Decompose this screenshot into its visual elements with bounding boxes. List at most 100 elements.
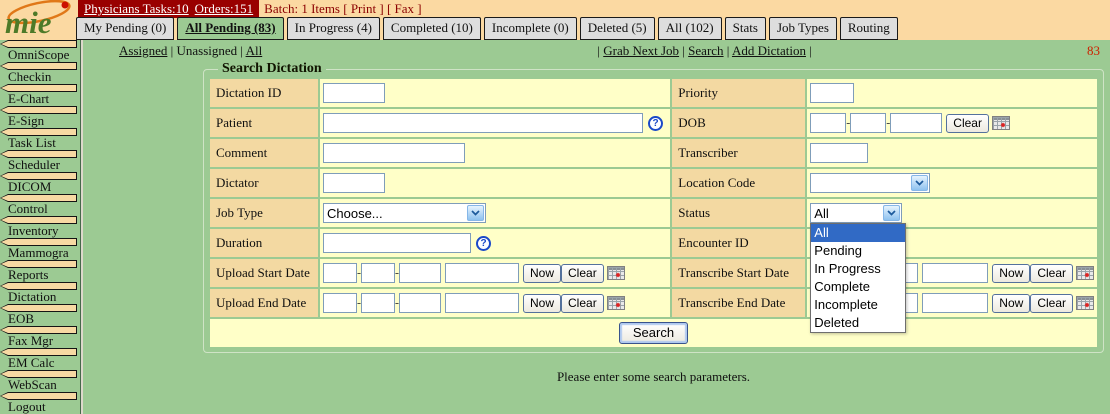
form-row-3: Comment Transcriber (210, 139, 1097, 167)
calendar-icon[interactable] (1076, 296, 1094, 310)
upload-start-now-button[interactable]: Now (523, 264, 561, 283)
grab-next-job-link[interactable]: Grab Next Job (603, 43, 679, 58)
tab-my-pending[interactable]: My Pending (0) (76, 17, 174, 40)
help-icon[interactable]: ? (476, 236, 491, 251)
duration-label: Duration (210, 229, 318, 257)
assigned-link[interactable]: Assigned (119, 43, 167, 58)
orders-link[interactable]: Orders:151 (195, 1, 254, 17)
form-row-5: Job Type Choose... Status (210, 199, 1097, 227)
status-option-pending[interactable]: Pending (811, 242, 905, 260)
dictator-input[interactable] (323, 173, 385, 193)
dob-month-input[interactable] (850, 113, 886, 133)
status-select[interactable]: All (810, 203, 902, 223)
dictation-id-label: Dictation ID (210, 79, 318, 107)
tab-in-progress[interactable]: In Progress (4) (287, 17, 380, 40)
transcribe-start-clear-button[interactable]: Clear (1030, 264, 1073, 283)
sidebar-item-dictation[interactable]: Dictation (0, 290, 80, 304)
status-option-incomplete[interactable]: Incomplete (811, 296, 905, 314)
search-form-table: Dictation ID Priority Patient ? DOB -- C… (208, 77, 1099, 349)
sidebar-item-logout[interactable]: Logout (0, 400, 80, 414)
tab-deleted[interactable]: Deleted (5) (580, 17, 655, 40)
location-code-label: Location Code (672, 169, 805, 197)
sidebar-item-reports[interactable]: Reports (0, 268, 80, 282)
sidebar-item-echart[interactable]: E-Chart (0, 92, 80, 106)
print-link[interactable]: [ Print ] (343, 1, 383, 16)
sidebar-menu: OmniScope Checkin E-Chart E-Sign Task Li… (0, 40, 81, 414)
dictation-id-input[interactable] (323, 83, 385, 103)
transcribe-end-time-input[interactable] (922, 293, 988, 313)
upload-start-year-input[interactable] (323, 263, 357, 283)
chevron-down-icon[interactable] (911, 175, 928, 191)
search-button[interactable]: Search (619, 322, 688, 344)
status-option-deleted[interactable]: Deleted (811, 314, 905, 332)
tab-routing[interactable]: Routing (840, 17, 898, 40)
calendar-icon[interactable] (607, 296, 625, 310)
tab-all-pending[interactable]: All Pending (83) (177, 17, 283, 40)
tab-completed[interactable]: Completed (10) (383, 17, 481, 40)
dob-clear-button[interactable]: Clear (946, 114, 989, 133)
sidebar-item-inventory[interactable]: Inventory (0, 224, 80, 238)
upload-start-time-input[interactable] (445, 263, 519, 283)
dob-day-input[interactable] (890, 113, 942, 133)
add-dictation-link[interactable]: Add Dictation (732, 43, 806, 58)
chevron-down-icon[interactable] (467, 205, 484, 221)
form-row-1: Dictation ID Priority (210, 79, 1097, 107)
sidebar-item-checkin[interactable]: Checkin (0, 70, 80, 84)
calendar-icon[interactable] (607, 266, 625, 280)
comment-input[interactable] (323, 143, 465, 163)
upload-end-day-input[interactable] (399, 293, 441, 313)
upload-end-year-input[interactable] (323, 293, 357, 313)
upload-end-time-input[interactable] (445, 293, 519, 313)
sidebar-item-scheduler[interactable]: Scheduler (0, 158, 80, 172)
sidebar-item-fax-mgr[interactable]: Fax Mgr (0, 334, 80, 348)
content-area: Assigned | Unassigned | All | Grab Next … (83, 40, 1110, 414)
sidebar-separator (0, 40, 77, 48)
transcribe-start-time-input[interactable] (922, 263, 988, 283)
sidebar-item-webscan[interactable]: WebScan (0, 378, 80, 392)
separator: | (171, 43, 174, 58)
dob-year-input[interactable] (810, 113, 846, 133)
calendar-icon[interactable] (1076, 266, 1094, 280)
fax-link[interactable]: [ Fax ] (387, 1, 422, 16)
upload-start-day-input[interactable] (399, 263, 441, 283)
all-link[interactable]: All (246, 43, 263, 58)
sidebar-item-esign[interactable]: E-Sign (0, 114, 80, 128)
sidebar-item-mammography[interactable]: Mammogra (0, 246, 80, 260)
status-option-in-progress[interactable]: In Progress (811, 260, 905, 278)
tab-job-types[interactable]: Job Types (769, 17, 837, 40)
tab-incomplete[interactable]: Incomplete (0) (484, 17, 577, 40)
sidebar-item-omniscope[interactable]: OmniScope (0, 48, 80, 62)
transcribe-start-now-button[interactable]: Now (992, 264, 1030, 283)
status-option-all[interactable]: All (811, 224, 905, 242)
tab-all[interactable]: All (102) (658, 17, 722, 40)
tab-stats[interactable]: Stats (725, 17, 766, 40)
chevron-down-icon[interactable] (883, 205, 900, 221)
transcribe-end-clear-button[interactable]: Clear (1030, 294, 1073, 313)
priority-input[interactable] (810, 83, 854, 103)
search-link[interactable]: Search (688, 43, 723, 58)
sidebar-item-dicom[interactable]: DICOM (0, 180, 80, 194)
transcriber-input[interactable] (810, 143, 868, 163)
dictation-subnav: Assigned | Unassigned | All | Grab Next … (83, 40, 1110, 61)
sidebar-item-control[interactable]: Control (0, 202, 80, 216)
calendar-icon[interactable] (992, 116, 1010, 130)
upload-end-now-button[interactable]: Now (523, 294, 561, 313)
sidebar-item-eob[interactable]: EOB (0, 312, 80, 326)
sidebar-item-em-calc[interactable]: EM Calc (0, 356, 80, 370)
physicians-tasks-link[interactable]: Physicians Tasks:10 (84, 1, 189, 17)
upload-start-clear-button[interactable]: Clear (561, 264, 604, 283)
upload-start-month-input[interactable] (361, 263, 395, 283)
job-type-select[interactable]: Choose... (323, 203, 486, 223)
location-code-select[interactable] (810, 173, 930, 193)
action-link-group: | Grab Next Job | Search | Add Dictation… (537, 43, 811, 59)
upload-end-clear-button[interactable]: Clear (561, 294, 604, 313)
batch-label: Batch: 1 Items (264, 1, 340, 16)
transcribe-end-now-button[interactable]: Now (992, 294, 1030, 313)
upload-end-month-input[interactable] (361, 293, 395, 313)
dictator-label: Dictator (210, 169, 318, 197)
help-icon[interactable]: ? (648, 116, 663, 131)
sidebar-item-task-list[interactable]: Task List (0, 136, 80, 150)
status-option-complete[interactable]: Complete (811, 278, 905, 296)
duration-input[interactable] (323, 233, 471, 253)
patient-input[interactable] (323, 113, 643, 133)
